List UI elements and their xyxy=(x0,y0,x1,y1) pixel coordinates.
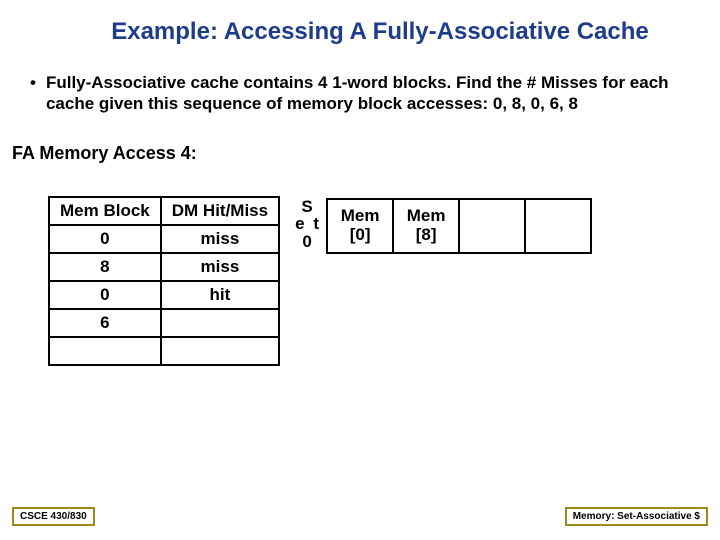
col-header-memblock: Mem Block xyxy=(49,197,161,225)
cell: 0 xyxy=(49,225,161,253)
set-label-line: S xyxy=(294,198,322,216)
cell xyxy=(161,309,279,337)
cell: miss xyxy=(161,225,279,253)
table-row: 6 xyxy=(49,309,279,337)
cache-table: Mem[0] Mem[8] xyxy=(326,198,592,254)
table-row: 0 hit xyxy=(49,281,279,309)
table-row: 0 miss xyxy=(49,225,279,253)
table-row xyxy=(49,337,279,365)
subheading: FA Memory Access 4: xyxy=(0,115,720,164)
cache-cell xyxy=(459,199,525,253)
bullet-text: Fully-Associative cache contains 4 1-wor… xyxy=(46,72,680,115)
bullet-list: • Fully-Associative cache contains 4 1-w… xyxy=(0,54,720,115)
access-table: Mem Block DM Hit/Miss 0 miss 8 miss 0 hi… xyxy=(48,196,280,366)
cache-group: S e t 0 Mem[0] Mem[8] xyxy=(294,196,592,254)
table-row: Mem Block DM Hit/Miss xyxy=(49,197,279,225)
table-row: Mem[0] Mem[8] xyxy=(327,199,591,253)
set-label: S e t 0 xyxy=(294,198,322,252)
set-label-line: 0 xyxy=(294,233,322,251)
cell: 8 xyxy=(49,253,161,281)
bullet-item: • Fully-Associative cache contains 4 1-w… xyxy=(30,72,680,115)
cache-cell: Mem[8] xyxy=(393,199,459,253)
cell xyxy=(161,337,279,365)
cell: miss xyxy=(161,253,279,281)
cache-cell xyxy=(525,199,591,253)
table-row: 8 miss xyxy=(49,253,279,281)
page-title: Example: Accessing A Fully-Associative C… xyxy=(0,0,720,54)
cache-cell: Mem[0] xyxy=(327,199,393,253)
footer-right: Memory: Set-Associative $ xyxy=(565,507,708,526)
set-label-line: e t xyxy=(294,215,322,233)
content-row: Mem Block DM Hit/Miss 0 miss 8 miss 0 hi… xyxy=(0,164,720,366)
bullet-dot-icon: • xyxy=(30,72,36,93)
footer-left: CSCE 430/830 xyxy=(12,507,95,526)
col-header-hitmiss: DM Hit/Miss xyxy=(161,197,279,225)
cell: 0 xyxy=(49,281,161,309)
cell xyxy=(49,337,161,365)
cell: 6 xyxy=(49,309,161,337)
cell: hit xyxy=(161,281,279,309)
